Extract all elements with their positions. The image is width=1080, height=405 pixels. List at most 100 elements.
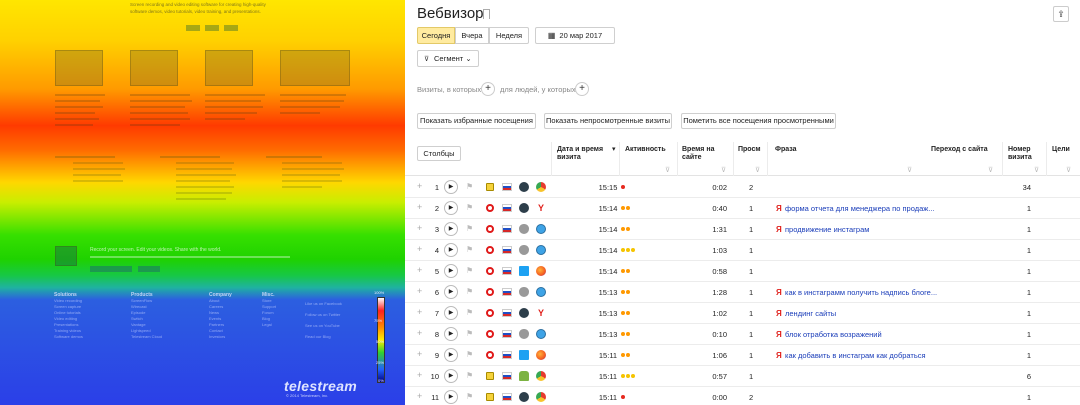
flag-icon[interactable]: ⚑ [466, 308, 473, 317]
play-button[interactable]: ▶ [444, 180, 458, 194]
share-button[interactable]: ⇪ [1053, 6, 1069, 22]
expand-row-icon[interactable]: + [417, 265, 422, 275]
show-favorites-button[interactable]: Показать избранные посещения [417, 113, 536, 129]
footer-link[interactable]: Telestream Cloud [131, 334, 162, 340]
russia-flag-icon [502, 393, 512, 401]
expand-row-icon[interactable]: + [417, 328, 422, 338]
apple-os-icon [519, 245, 529, 255]
tab-yesterday[interactable]: Вчера [455, 27, 489, 44]
search-phrase-link[interactable]: лендинг сайты [785, 309, 836, 318]
flag-icon[interactable]: ⚑ [466, 329, 473, 338]
filter-icon[interactable]: ⊽ [665, 166, 670, 174]
table-row[interactable]: +9 ▶ ⚑ 15:11 1:06 1 Якак добавить в инстаграм … [405, 345, 1080, 366]
flag-icon[interactable]: ⚑ [466, 224, 473, 233]
filter-icon[interactable]: ⊽ [988, 166, 993, 174]
filter-icon[interactable]: ⊽ [721, 166, 726, 174]
footer-link[interactable]: Software demos [54, 334, 83, 340]
table-row[interactable]: +7 ▶ ⚑ Y 15:13 1:02 1 Ялендинг сайты 1 [405, 303, 1080, 324]
table-row[interactable]: +6 ▶ ⚑ 15:13 1:28 1 Якак в инстаграмм получить… [405, 282, 1080, 303]
youtube-link[interactable]: See us on YouTube [305, 320, 342, 331]
sort-icon[interactable]: ▾ [612, 146, 616, 154]
columns-button[interactable]: Столбцы [417, 146, 461, 161]
play-button[interactable]: ▶ [444, 369, 458, 383]
expand-row-icon[interactable]: + [417, 307, 422, 317]
flag-icon[interactable]: ⚑ [466, 371, 473, 380]
table-row[interactable]: +10 ▶ ⚑ 15:11 0:57 1 6 [405, 366, 1080, 387]
add-people-condition-button[interactable]: + [575, 82, 589, 96]
flag-icon[interactable]: ⚑ [466, 203, 473, 212]
expand-row-icon[interactable]: + [417, 223, 422, 233]
table-row[interactable]: +4 ▶ ⚑ 15:14 1:03 1 1 [405, 240, 1080, 261]
table-row[interactable]: +2 ▶ ⚑ Y 15:14 0:40 1 Яформа отчета для менедже… [405, 198, 1080, 219]
expand-row-icon[interactable]: + [417, 244, 422, 254]
expand-row-icon[interactable]: + [417, 202, 422, 212]
search-phrase-link[interactable]: как в инстаграмм получить надпись блоге.… [785, 288, 937, 297]
footer-link[interactable]: Legal [262, 322, 276, 328]
filter-icon[interactable]: ⊽ [907, 166, 912, 174]
blog-link[interactable]: Read our Blog [305, 331, 342, 342]
expand-row-icon[interactable]: + [417, 391, 422, 401]
date-picker-button[interactable]: ▦ 20 мар 2017 [535, 27, 615, 44]
play-button[interactable]: ▶ [444, 222, 458, 236]
footer-link[interactable]: Investors [209, 334, 232, 340]
flag-icon[interactable]: ⚑ [466, 245, 473, 254]
table-row[interactable]: +5 ▶ ⚑ 15:14 0:58 1 1 [405, 261, 1080, 282]
facebook-link[interactable]: Like us on Facebook [305, 298, 342, 309]
play-button[interactable]: ▶ [444, 348, 458, 362]
flag-icon[interactable]: ⚑ [466, 182, 473, 191]
table-row[interactable]: +1 ▶ ⚑ 15:15 0:02 2 34 [405, 177, 1080, 198]
heatmap-button [205, 25, 219, 31]
tab-week[interactable]: Неделя [489, 27, 529, 44]
filter-icon[interactable]: ⊽ [1034, 166, 1039, 174]
mark-all-viewed-button[interactable]: Пометить все посещения просмотренными [681, 113, 836, 129]
expand-row-icon[interactable]: + [417, 370, 422, 380]
expand-row-icon[interactable]: + [417, 286, 422, 296]
table-row[interactable]: +11 ▶ ⚑ 15:11 0:00 2 1 [405, 387, 1080, 405]
activity-indicator [621, 269, 630, 274]
expand-row-icon[interactable]: + [417, 181, 422, 191]
activity-indicator [621, 311, 630, 316]
twitter-link[interactable]: Follow us on Twitter [305, 309, 342, 320]
search-phrase-link[interactable]: как добавить в инстаграм как добраться [785, 351, 926, 360]
add-visit-condition-button[interactable]: + [481, 82, 495, 96]
tab-today[interactable]: Сегодня [417, 27, 455, 44]
col-header-phrase[interactable]: Фраза [775, 146, 797, 154]
table-row[interactable]: +3 ▶ ⚑ 15:14 1:31 1 Япродвижение инстаграм 1 [405, 219, 1080, 240]
play-button[interactable]: ▶ [444, 327, 458, 341]
play-button[interactable]: ▶ [444, 201, 458, 215]
bookmark-icon[interactable] [483, 9, 490, 19]
filter-icon[interactable]: ⊽ [755, 166, 760, 174]
page-views: 1 [749, 204, 754, 213]
col-header-views[interactable]: Просм [738, 146, 761, 154]
row-number: 8 [434, 330, 439, 339]
col-header-visit-number[interactable]: Номер визита [1008, 146, 1042, 162]
heatmap-text-line [73, 174, 121, 176]
play-button[interactable]: ▶ [444, 264, 458, 278]
col-header-referer[interactable]: Переход с сайта [931, 146, 988, 154]
col-header-time[interactable]: Время на сайте [682, 146, 720, 162]
table-row[interactable]: +8 ▶ ⚑ 15:13 0:10 1 Яблок отработка возражений… [405, 324, 1080, 345]
play-button[interactable]: ▶ [444, 306, 458, 320]
search-phrase-link[interactable]: блок отработка возражений [785, 330, 882, 339]
play-button[interactable]: ▶ [444, 285, 458, 299]
show-unviewed-button[interactable]: Показать непросмотренные визиты [544, 113, 672, 129]
flag-icon[interactable]: ⚑ [466, 266, 473, 275]
yandex-search-icon: Я [776, 330, 782, 339]
expand-row-icon[interactable]: + [417, 349, 422, 359]
flag-icon[interactable]: ⚑ [466, 287, 473, 296]
flag-icon[interactable]: ⚑ [466, 350, 473, 359]
footer-col-company: Company About Careers News Events Partne… [209, 292, 232, 340]
row-number: 1 [434, 183, 439, 192]
play-button[interactable]: ▶ [444, 243, 458, 257]
play-button[interactable]: ▶ [444, 390, 458, 404]
heatmap-text-line [280, 94, 346, 96]
filter-icon[interactable]: ⊽ [1066, 166, 1071, 174]
col-header-goals[interactable]: Цели [1052, 146, 1070, 154]
search-phrase-link[interactable]: форма отчета для менеджера по продаж... [785, 204, 935, 213]
flag-icon[interactable]: ⚑ [466, 392, 473, 401]
heatmap-button [186, 25, 200, 31]
col-header-activity[interactable]: Активность [625, 146, 666, 154]
row-number: 11 [431, 393, 439, 402]
search-phrase-link[interactable]: продвижение инстаграм [785, 225, 869, 234]
col-header-datetime[interactable]: Дата и время визита [557, 146, 607, 162]
